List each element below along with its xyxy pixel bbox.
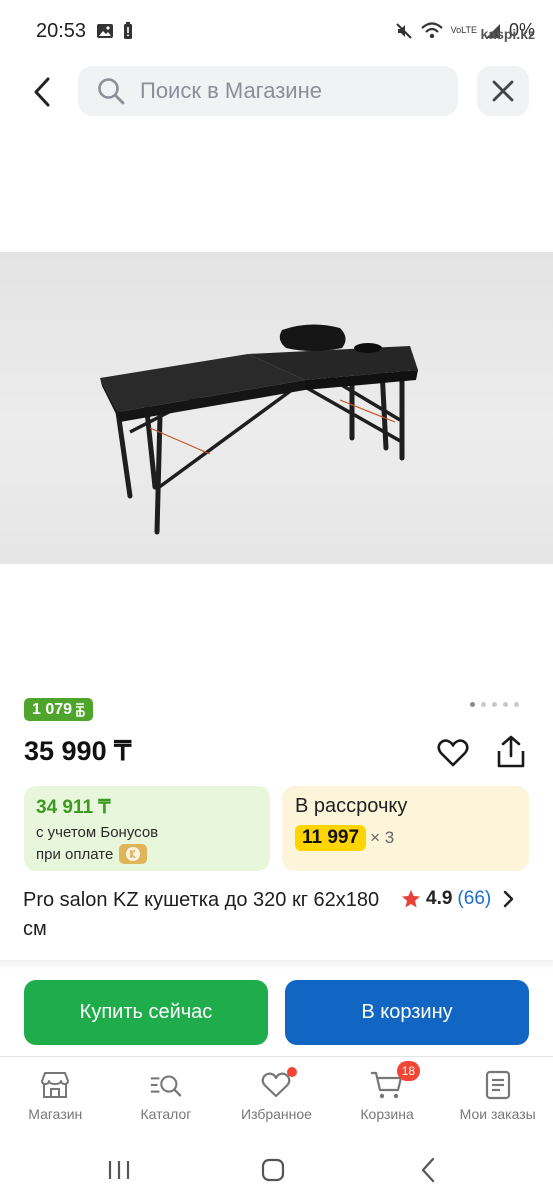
- bonus-price-note-2-text: при оплате: [36, 845, 114, 863]
- share-button[interactable]: [494, 734, 528, 770]
- buy-now-button[interactable]: Купить сейчас: [24, 980, 268, 1045]
- search-icon: [98, 78, 125, 105]
- share-icon: [497, 735, 525, 768]
- shop-icon: [38, 1069, 72, 1101]
- lte-label: VoLTE: [450, 25, 477, 35]
- system-back-button[interactable]: [408, 1154, 448, 1186]
- gallery-dot: [514, 702, 519, 707]
- nav-item-favorites[interactable]: Избранное: [221, 1057, 332, 1136]
- installment-row: 11 997 × 3: [295, 825, 516, 851]
- product-price: 35 990 ₸: [24, 736, 132, 766]
- gallery-pagination: [470, 702, 519, 707]
- status-time: 20:53: [36, 20, 87, 42]
- bonus-price-note: с учетом Бонусов: [36, 824, 159, 841]
- battery-alert-icon: [124, 22, 132, 39]
- nav-item-catalog[interactable]: Каталог: [111, 1057, 222, 1136]
- catalog-search-icon: [149, 1069, 183, 1101]
- recent-apps-icon: [108, 1161, 130, 1179]
- gallery-notification-icon: [97, 24, 113, 38]
- review-count: (66): [457, 888, 492, 909]
- search-input[interactable]: [140, 78, 440, 104]
- close-button[interactable]: [477, 66, 529, 116]
- content-divider: [0, 960, 553, 970]
- watermark: kaspi.kz: [480, 26, 535, 42]
- installment-multiplier: × 3: [370, 828, 395, 847]
- nav-label: Каталог: [140, 1106, 192, 1122]
- close-icon: [492, 80, 514, 102]
- installment-card[interactable]: В рассрочку 11 997 × 3: [282, 786, 529, 871]
- home-button[interactable]: [253, 1154, 293, 1186]
- nav-label: Магазин: [28, 1106, 83, 1122]
- status-left-icons: [96, 22, 134, 40]
- nav-label: Избранное: [241, 1106, 312, 1122]
- bonus-price-card[interactable]: 34 911 ₸ с учетом Бонусов при оплате: [24, 786, 270, 871]
- mute-icon: [395, 22, 412, 39]
- gallery-dot: [481, 702, 486, 707]
- add-to-cart-button[interactable]: В корзину: [285, 980, 529, 1045]
- heart-icon: [259, 1067, 298, 1101]
- status-bar: 20:53 VoLTE 0% kaspi.kz: [0, 0, 553, 62]
- bonus-price-note-2: при оплате: [36, 844, 258, 864]
- star-icon: [402, 890, 420, 908]
- installment-amount: 11 997: [295, 825, 367, 851]
- chevron-right-icon: [504, 890, 514, 908]
- recent-apps-button[interactable]: [99, 1154, 139, 1186]
- orders-icon: [481, 1069, 515, 1101]
- bottom-navigation: Магазин Каталог Избранное 18 Корзина Мои…: [0, 1056, 553, 1136]
- product-title: Pro salon KZ кушетка до 320 кг 62х180 см: [23, 889, 380, 940]
- gallery-dot: [470, 702, 475, 707]
- nav-item-orders[interactable]: Мои заказы: [442, 1057, 553, 1136]
- system-navigation-bar: [0, 1140, 553, 1200]
- home-icon: [261, 1158, 285, 1182]
- nav-label: Мои заказы: [459, 1106, 536, 1122]
- rating-link[interactable]: 4.9 (66): [401, 888, 516, 910]
- cart-icon: 18: [370, 1061, 421, 1101]
- gallery-dot: [503, 702, 508, 707]
- heart-icon: [437, 739, 469, 767]
- bonus-badge-amount: 1 079: [32, 700, 73, 718]
- massage-table-photo: [100, 324, 418, 535]
- kaspi-logo-icon: [119, 844, 148, 864]
- gallery-dot: [492, 702, 497, 707]
- back-icon: [421, 1157, 435, 1183]
- cart-count-badge: 18: [396, 1061, 421, 1081]
- notification-dot: [287, 1067, 298, 1077]
- search-bar[interactable]: [78, 66, 458, 116]
- rating-score: 4.9: [426, 888, 453, 909]
- nav-item-shop[interactable]: Магазин: [0, 1057, 111, 1136]
- product-image[interactable]: [0, 252, 553, 564]
- nav-item-cart[interactable]: 18 Корзина: [332, 1057, 443, 1136]
- back-button[interactable]: [22, 70, 62, 114]
- bonus-currency-icon: [76, 702, 85, 717]
- installment-title: В рассрочку: [295, 795, 408, 817]
- bonus-price-amount: 34 911 ₸: [36, 797, 111, 818]
- nav-label: Корзина: [360, 1106, 414, 1122]
- wifi-icon: [420, 21, 443, 38]
- bonus-badge: 1 079: [24, 698, 94, 721]
- favorite-button[interactable]: [436, 736, 470, 770]
- chevron-left-icon: [34, 77, 50, 107]
